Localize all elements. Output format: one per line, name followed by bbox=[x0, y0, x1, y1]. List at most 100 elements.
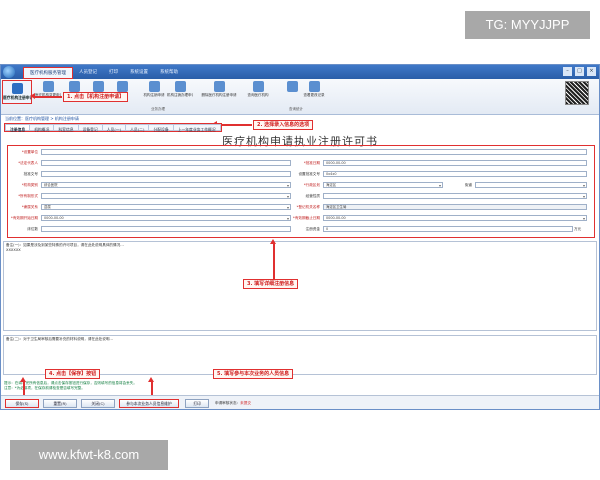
tab-registration-info[interactable]: 注册信息 bbox=[5, 124, 30, 132]
field-label: 街道 bbox=[464, 183, 472, 187]
registration-form: *设置单位 *法定代表人 *批准日期 0000-00-00 批准文号 设置批准文… bbox=[7, 145, 595, 238]
institution-registration-label: 医疗机构注册申请 bbox=[3, 95, 31, 100]
ownership-select[interactable] bbox=[41, 193, 291, 199]
callout-arrow-3 bbox=[270, 239, 276, 279]
form-row: 批准文号 设置批准文号 0x4x0 bbox=[8, 170, 592, 178]
field-label: 注册资金 bbox=[305, 227, 320, 231]
save-button[interactable]: 保存(S) bbox=[5, 399, 39, 408]
institution-type-select[interactable]: 综合医院 bbox=[41, 182, 291, 188]
approval-date-input[interactable]: 0000-00-00 bbox=[323, 160, 587, 166]
legal-rep-input[interactable] bbox=[41, 160, 291, 166]
document-cancel-icon bbox=[148, 81, 160, 92]
form-row: *有效期开始日期 0000-00-00 *有效期截止日期 0000-00-00 bbox=[8, 214, 592, 222]
callout-arrow-4 bbox=[20, 377, 26, 395]
callout-step-2: 2. 选择录入信息的选项 bbox=[253, 120, 314, 130]
tab-equipment[interactable]: 设备登记 bbox=[77, 124, 102, 132]
close-form-button[interactable]: 关闭(C) bbox=[81, 399, 115, 408]
review-status-value: 未提交 bbox=[240, 401, 251, 405]
menu-tab-personnel[interactable]: 人员登记 bbox=[73, 67, 103, 79]
callout-step-3: 3. 填写详细注册信息 bbox=[243, 279, 299, 289]
unit-label: 万元 bbox=[574, 227, 582, 231]
tab-overview[interactable]: 机构概况 bbox=[29, 124, 54, 132]
ribbon-item-cancel-handle[interactable]: 机构注销办理申请 bbox=[167, 81, 193, 98]
field-label: *所有制形式 bbox=[18, 194, 38, 198]
bed-count-input[interactable] bbox=[41, 226, 291, 232]
ribbon-label: 机构注销办理申请 bbox=[167, 93, 193, 97]
field-label: *法定代表人 bbox=[18, 161, 38, 165]
menu-tab-print[interactable]: 打印 bbox=[103, 67, 124, 79]
tab-personnel-2[interactable]: 人员(二) bbox=[125, 124, 149, 132]
history-icon bbox=[308, 81, 320, 92]
valid-to-date[interactable]: 0000-00-00 bbox=[323, 215, 587, 221]
menu-tabs: 医疗机构服务管理 人员登记 打印 系统设置 系统帮助 bbox=[23, 67, 184, 79]
valid-from-date[interactable]: 0000-00-00 bbox=[41, 215, 291, 221]
field-label: 床位数 bbox=[27, 227, 38, 231]
print-button[interactable]: 打印 bbox=[185, 399, 209, 408]
callout-step-1: 1. 点击【机构注册申请】 bbox=[63, 92, 129, 102]
close-button[interactable]: × bbox=[587, 67, 596, 76]
remarks-1-label: 备注(一)：如果是涉及到某些特殊的许可项目，请在此处说明具体的情况… bbox=[6, 243, 124, 247]
search-icon bbox=[252, 81, 264, 92]
ribbon-label: 查询医疗机构 bbox=[247, 93, 269, 97]
group-label-query: 查询统计 bbox=[289, 107, 303, 111]
ribbon-item-3[interactable] bbox=[85, 81, 111, 92]
document-icon bbox=[68, 81, 80, 92]
setup-approval-number-input[interactable]: 0x4x0 bbox=[323, 171, 587, 177]
document-icon bbox=[116, 81, 128, 92]
menu-tab-settings[interactable]: 系统设置 bbox=[124, 67, 154, 79]
menu-tab-help[interactable]: 系统帮助 bbox=[154, 67, 184, 79]
review-status-label: 申请审核状态： bbox=[215, 401, 241, 405]
remarks-1-value: XXXXXX bbox=[6, 248, 21, 252]
ribbon-item-4[interactable] bbox=[109, 81, 135, 92]
maximize-button[interactable]: □ bbox=[575, 67, 584, 76]
delete-document-icon bbox=[213, 81, 225, 92]
app-logo-icon bbox=[3, 66, 15, 78]
ribbon-item-delete[interactable]: 删除医疗机构注册申请 bbox=[199, 81, 239, 98]
bottom-action-bar: 保存(S) 重置(R) 关闭(C) 参与本次业务人员信息维护 打印 申请审核状态… bbox=[1, 395, 599, 409]
ribbon-item-query[interactable]: 查询医疗机构 bbox=[245, 81, 271, 98]
personnel-maintain-button[interactable]: 参与本次业务人员信息维护 bbox=[119, 399, 179, 408]
hospital-icon bbox=[11, 83, 23, 94]
form-row: *法定代表人 *批准日期 0000-00-00 bbox=[8, 159, 592, 167]
form-row: *设置单位 bbox=[8, 148, 592, 156]
field-label: *登记机关名称 bbox=[296, 205, 320, 209]
registered-capital-input[interactable]: 0 bbox=[323, 226, 573, 232]
field-label: *设置单位 bbox=[21, 150, 38, 154]
institution-registration-button[interactable]: 医疗机构注册申请 bbox=[2, 80, 32, 104]
tab-personnel-1[interactable]: 人员(一) bbox=[101, 124, 126, 132]
menu-tab-institution-service[interactable]: 医疗机构服务管理 bbox=[23, 67, 73, 79]
callout-step-5: 5. 填写参与本次业务的人员信息 bbox=[213, 369, 294, 379]
registration-authority-input: 海淀区卫生局 bbox=[323, 204, 587, 210]
field-label: *有效期截止日期 bbox=[293, 216, 320, 220]
ribbon-label: 查看更改记录 bbox=[303, 93, 325, 97]
setup-unit-input[interactable] bbox=[41, 149, 587, 155]
tab-departments[interactable]: 科室信息 bbox=[53, 124, 78, 132]
street-select[interactable] bbox=[475, 182, 587, 188]
form-row: 床位数 注册资金 0 万元 bbox=[8, 225, 592, 233]
tab-last-year-work[interactable]: 上一年度业务工作概况 bbox=[172, 124, 221, 132]
ribbon-item-cancel[interactable]: 机构注销申请 bbox=[141, 81, 167, 98]
approval-number-input[interactable] bbox=[41, 171, 291, 177]
remarks-1-textarea[interactable]: 备注(一)：如果是涉及到某些特殊的许可项目，请在此处说明具体的情况… XXXXX… bbox=[3, 241, 597, 331]
affiliation-select[interactable]: 县属 bbox=[41, 204, 291, 210]
reset-button[interactable]: 重置(R) bbox=[43, 399, 77, 408]
field-label: 设置批准文号 bbox=[298, 172, 320, 176]
chart-icon bbox=[286, 81, 298, 92]
field-label: *有效期开始日期 bbox=[11, 216, 38, 220]
callout-arrow-5 bbox=[148, 377, 154, 395]
notice-text-2: 注意：*为必填项，在保存前请检查是否填写完整。 bbox=[4, 386, 85, 390]
form-row: *机构类别 综合医院 *行政区划 海淀区 街道 bbox=[8, 181, 592, 189]
form-subtabs: 注册信息 机构概况 科室信息 设备登记 人员(一) 人员(二) 分配设备 上一年… bbox=[4, 123, 222, 132]
app-window: 医疗机构服务管理 人员登记 打印 系统设置 系统帮助 – □ × 医疗机构注册申… bbox=[0, 64, 600, 410]
district-select[interactable]: 海淀区 bbox=[323, 182, 443, 188]
callout-step-4: 4. 点击【保存】按钮 bbox=[45, 369, 101, 379]
tab-assign-equipment[interactable]: 分配设备 bbox=[148, 124, 173, 132]
field-label: *隶属关系 bbox=[21, 205, 38, 209]
ribbon-item-history[interactable]: 查看更改记录 bbox=[301, 81, 327, 98]
business-nature-select[interactable] bbox=[323, 193, 587, 199]
form-row: *隶属关系 县属 *登记机关名称 海淀区卫生局 bbox=[8, 203, 592, 211]
minimize-button[interactable]: – bbox=[563, 67, 572, 76]
ribbon-item-2[interactable] bbox=[61, 81, 87, 92]
breadcrumb: 当前位置：医疗机构管理 > 机构注册申请 bbox=[5, 116, 79, 121]
ribbon-label: 机构注销申请 bbox=[143, 93, 165, 97]
